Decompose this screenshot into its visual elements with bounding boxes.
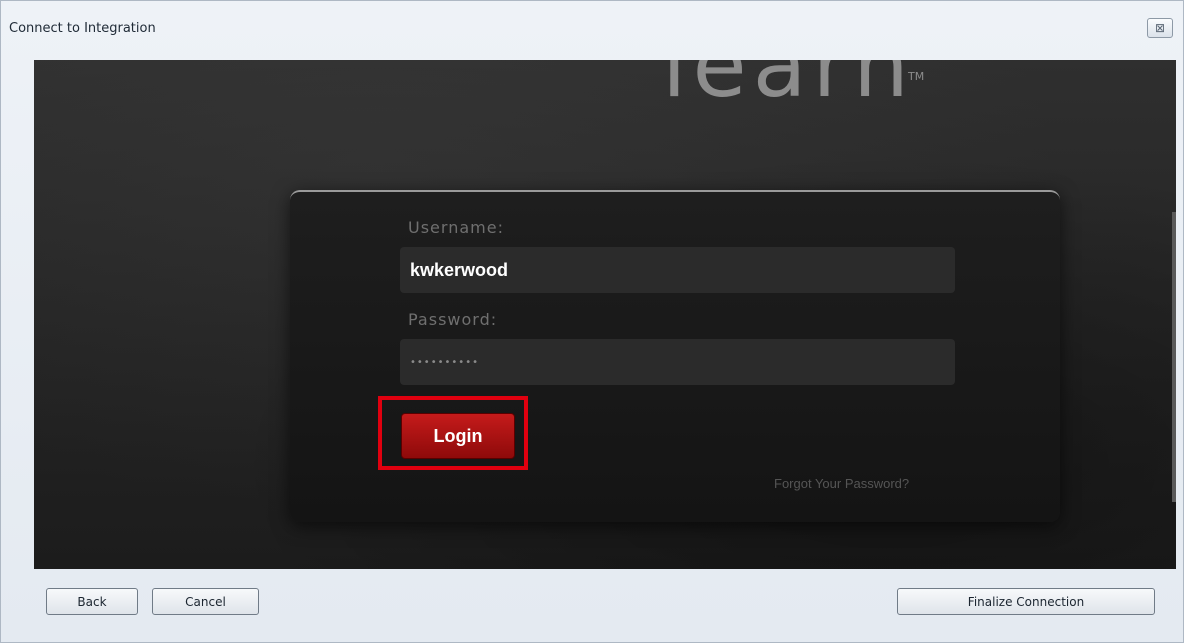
title-bar: Connect to Integration ⊠ (1, 1, 1183, 59)
login-panel: Username: kwkerwood Password: ••••••••••… (290, 190, 1060, 522)
close-icon: ⊠ (1154, 21, 1166, 35)
finalize-connection-button[interactable]: Finalize Connection (897, 588, 1155, 615)
username-label: Username: (408, 218, 504, 237)
embedded-login-page: learn TM Username: kwkerwood Password: •… (34, 60, 1176, 569)
password-value: •••••••••• (410, 356, 479, 368)
content-scrollbar[interactable] (1172, 212, 1176, 502)
close-button[interactable]: ⊠ (1147, 18, 1173, 38)
password-label: Password: (408, 310, 498, 329)
brand-logo-text: learn (662, 60, 915, 117)
window-title: Connect to Integration (9, 21, 156, 36)
cancel-button[interactable]: Cancel (152, 588, 259, 615)
password-field[interactable]: •••••••••• (400, 339, 955, 385)
login-button[interactable]: Login (401, 413, 515, 459)
username-field[interactable]: kwkerwood (400, 247, 955, 293)
back-button[interactable]: Back (46, 588, 138, 615)
forgot-password-link[interactable]: Forgot Your Password? (774, 476, 909, 491)
trademark-mark: TM (908, 70, 925, 83)
username-value: kwkerwood (410, 259, 509, 280)
dialog-window: Connect to Integration ⊠ learn TM Userna… (0, 0, 1184, 643)
